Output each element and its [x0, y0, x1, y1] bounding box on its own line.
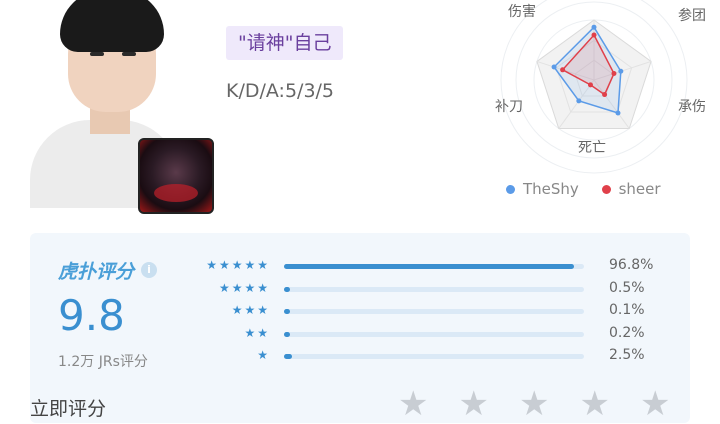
radar-point-theshy [591, 24, 597, 30]
hupu-rating-logo: 虎扑评分 [58, 261, 135, 283]
info-icon[interactable]: i [141, 262, 157, 278]
radar-point-sheer [602, 92, 608, 98]
rating-bar-fill [284, 354, 292, 359]
rating-score: 9.8 [58, 291, 125, 340]
rating-row: ★★★★★ 96.8% [200, 257, 690, 280]
rating-bar-fill [284, 331, 290, 337]
radar-point-sheer [587, 82, 593, 88]
star-icon[interactable]: ★ [398, 384, 428, 424]
star-level-icons: ★★★ [231, 303, 270, 317]
radar-label: 伤害 [508, 4, 536, 20]
star-level-icons: ★ [257, 348, 270, 362]
radar-point-theshy [615, 110, 621, 116]
radar-point-theshy [551, 64, 557, 70]
rating-row: ★ 2.5% [200, 347, 690, 370]
star-level-icons: ★★ [244, 325, 270, 340]
legend-dot-sheer [601, 185, 611, 194]
legend-item-theshy: TheShy [506, 180, 579, 198]
rating-row: ★★ 0.2% [200, 325, 690, 348]
radar-point-theshy [618, 68, 624, 74]
radar-label: 承伤 [678, 99, 706, 115]
rating-row: ★★★ 0.1% [200, 302, 690, 325]
radar-label: 死亡 [578, 140, 606, 156]
radar-chart: 伤害 参团承伤死亡 补刀 [480, 0, 720, 210]
legend-label-sheer: sheer [618, 180, 661, 198]
radar-label: 参团 [678, 7, 706, 24]
rater-count: 1.2万 JRs评分 [58, 354, 148, 370]
radar-point-sheer [611, 71, 617, 77]
legend-item-sheer: sheer [601, 180, 661, 198]
radar-point-theshy [576, 98, 582, 104]
rating-bar-track [284, 264, 584, 269]
rating-percent: 96.8% [609, 257, 654, 273]
kda-stat: K/D/A:5/3/5 [226, 80, 335, 102]
rating-percent: 0.2% [609, 324, 645, 341]
star-level-icons: ★★★★★ [206, 258, 270, 272]
star-icon[interactable]: ★ [579, 384, 609, 424]
rating-bar-track [284, 309, 584, 314]
rating-distribution: ★★★★★ 96.8% ★★★★ 0.5% ★★★ 0.1% ★★ 0.2% ★ 2.5% [200, 257, 690, 370]
rating-percent: 0.1% [609, 302, 645, 318]
radar-legend: TheShy sheer [506, 180, 679, 198]
star-icon[interactable]: ★ [519, 384, 549, 424]
player-header: "请神"自己 K/D/A:5/3/5 伤害 参团承伤死亡 补刀 TheShy she… [0, 0, 720, 222]
rating-row: ★★★★ 0.5% [200, 280, 690, 303]
player-tag[interactable]: "请神"自己 [226, 26, 344, 60]
rate-stars[interactable]: ★ ★ ★ ★ ★ [398, 384, 700, 424]
rate-now-label: 立即评分 [30, 398, 107, 420]
star-icon[interactable]: ★ [640, 384, 670, 424]
radar-point-sheer [560, 67, 566, 73]
rating-bar-track [284, 354, 584, 359]
rating-bar-fill [284, 286, 290, 292]
legend-dot-theshy [506, 185, 515, 194]
star-icon[interactable]: ★ [458, 384, 488, 424]
rating-bar-track [284, 286, 584, 292]
radar-label: 补刀 [495, 99, 523, 115]
rating-percent: 2.5% [609, 347, 645, 363]
champion-icon [138, 138, 214, 214]
legend-label-theshy: TheShy [523, 180, 579, 198]
radar-point-sheer [591, 32, 597, 38]
rating-percent: 0.5% [609, 279, 645, 296]
star-level-icons: ★★★★ [218, 280, 270, 295]
rating-bar-fill [284, 309, 290, 314]
rating-bar-fill [284, 264, 575, 269]
rating-bar-track [284, 331, 584, 337]
